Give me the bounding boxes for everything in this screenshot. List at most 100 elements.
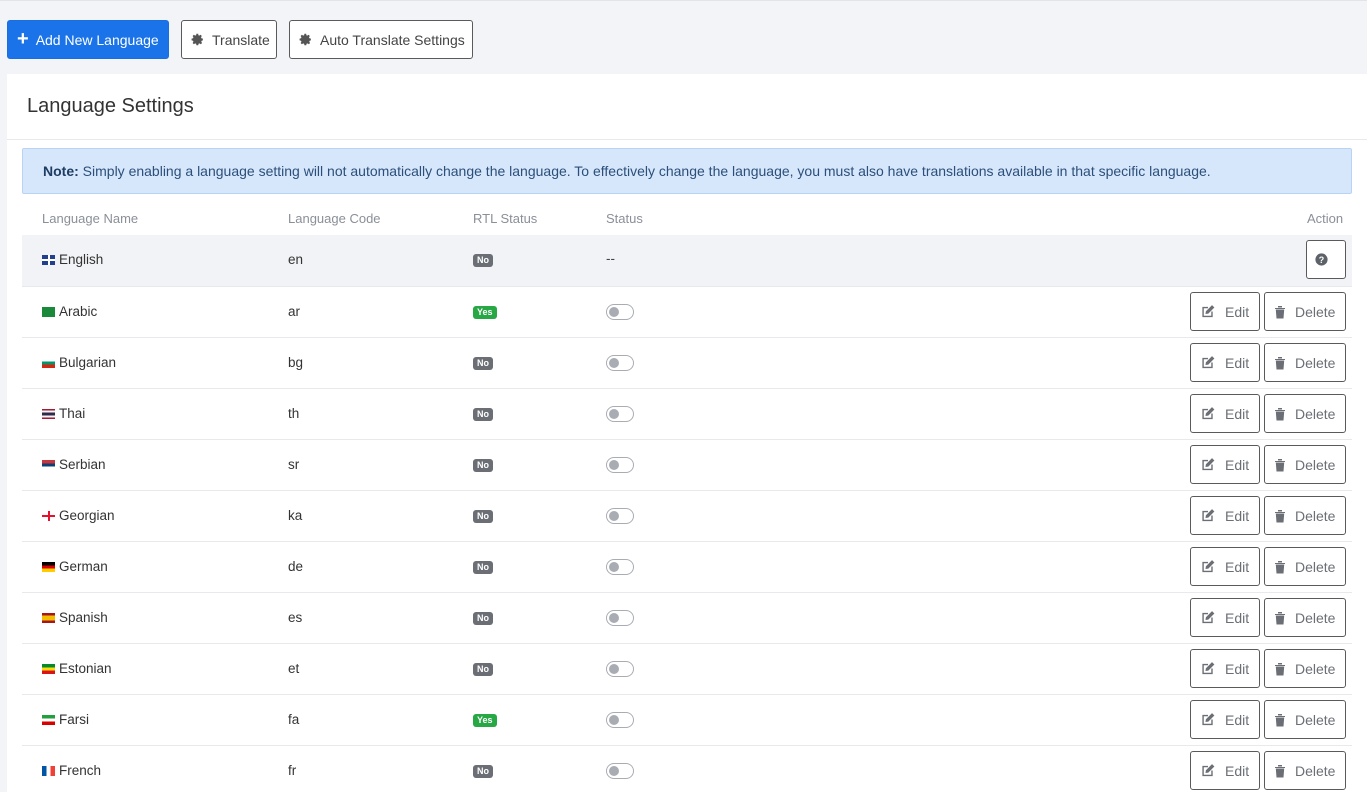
delete-label: Delete [1295, 303, 1336, 320]
edit-label: Edit [1225, 609, 1250, 626]
edit-icon [1202, 356, 1215, 369]
language-code: de [288, 559, 304, 574]
edit-button[interactable]: Edit [1190, 649, 1260, 688]
edit-button[interactable]: Edit [1190, 751, 1260, 790]
plus-icon: + [17, 27, 29, 50]
delete-button[interactable]: Delete [1264, 700, 1346, 739]
status-toggle[interactable] [606, 661, 634, 677]
delete-button[interactable]: Delete [1264, 649, 1346, 688]
language-code: fa [288, 712, 300, 727]
gear-icon [191, 33, 203, 46]
edit-button[interactable]: Edit [1190, 445, 1260, 484]
sa-flag-icon [42, 306, 55, 317]
table-row: French fr No Edit Delete [22, 745, 1352, 792]
delete-button[interactable]: Delete [1264, 292, 1346, 331]
delete-label: Delete [1295, 609, 1336, 626]
fr-flag-icon [42, 765, 55, 776]
edit-button[interactable]: Edit [1190, 700, 1260, 739]
delete-button[interactable]: Delete [1264, 394, 1346, 433]
language-name: French [59, 763, 102, 778]
edit-icon [1202, 305, 1215, 318]
rtl-status-badge: No [473, 459, 493, 472]
th-flag-icon [42, 408, 55, 419]
edit-icon [1202, 764, 1215, 777]
rtl-status-badge: No [473, 561, 493, 574]
translate-button[interactable]: Translate [181, 20, 277, 59]
language-code: fr [288, 763, 297, 778]
language-name-cell: Spanish [42, 610, 108, 625]
rtl-status-badge: No [473, 765, 493, 778]
language-name-cell: Thai [42, 406, 85, 421]
language-name-cell: German [42, 559, 108, 574]
language-name-cell: Estonian [42, 661, 112, 676]
page-title: Language Settings [27, 95, 194, 117]
table-row: English en No -- ? [22, 235, 1352, 286]
language-code: th [288, 406, 300, 421]
status-toggle[interactable] [606, 304, 634, 320]
auto-translate-settings-label: Auto Translate Settings [320, 31, 465, 48]
note-label: Note: [43, 163, 79, 179]
status-toggle[interactable] [606, 355, 634, 371]
gear-icon [299, 33, 311, 46]
status-toggle[interactable] [606, 712, 634, 728]
trash-icon [1275, 662, 1285, 675]
status-toggle[interactable] [606, 610, 634, 626]
add-new-language-label: Add New Language [35, 31, 159, 48]
status-toggle[interactable] [606, 559, 634, 575]
delete-button[interactable]: Delete [1264, 496, 1346, 535]
auto-translate-settings-button[interactable]: Auto Translate Settings [289, 20, 473, 59]
language-name-cell: French [42, 763, 101, 778]
edit-icon [1202, 458, 1215, 471]
edit-button[interactable]: Edit [1190, 496, 1260, 535]
edit-label: Edit [1225, 711, 1250, 728]
edit-label: Edit [1225, 354, 1250, 371]
status-toggle[interactable] [606, 508, 634, 524]
trash-icon [1275, 305, 1285, 318]
header-language-name: Language Name [42, 211, 139, 226]
delete-label: Delete [1295, 507, 1336, 524]
delete-button[interactable]: Delete [1264, 445, 1346, 484]
status-toggle[interactable] [606, 457, 634, 473]
header-action: Action [1307, 211, 1344, 226]
edit-button[interactable]: Edit [1190, 292, 1260, 331]
trash-icon [1275, 356, 1285, 369]
delete-button[interactable]: Delete [1264, 547, 1346, 586]
language-code: es [288, 610, 303, 625]
toolbar: + Add New Language Translate Auto Transl… [0, 0, 1367, 74]
edit-button[interactable]: Edit [1190, 547, 1260, 586]
delete-button[interactable]: Delete [1264, 343, 1346, 382]
header-language-code: Language Code [288, 211, 381, 226]
edit-icon [1202, 509, 1215, 522]
trash-icon [1275, 764, 1285, 777]
delete-label: Delete [1295, 762, 1336, 779]
delete-label: Delete [1295, 660, 1336, 677]
delete-label: Delete [1295, 405, 1336, 422]
edit-button[interactable]: Edit [1190, 394, 1260, 433]
edit-icon [1202, 407, 1215, 420]
help-button[interactable]: ? [1306, 240, 1346, 279]
edit-button[interactable]: Edit [1190, 343, 1260, 382]
status-toggle[interactable] [606, 406, 634, 422]
language-name: Arabic [59, 304, 98, 319]
et-flag-icon [42, 663, 55, 674]
ge-flag-icon [42, 510, 55, 521]
bg-flag-icon [42, 357, 55, 368]
language-code: en [288, 252, 304, 267]
add-new-language-button[interactable]: + Add New Language [7, 20, 169, 59]
trash-icon [1275, 407, 1285, 420]
edit-label: Edit [1225, 660, 1250, 677]
status-toggle[interactable] [606, 763, 634, 779]
delete-button[interactable]: Delete [1264, 598, 1346, 637]
language-name-cell: English [42, 252, 103, 267]
delete-button[interactable]: Delete [1264, 751, 1346, 790]
svg-text:?: ? [1319, 255, 1324, 265]
edit-icon [1202, 611, 1215, 624]
language-code: bg [288, 355, 304, 370]
table-row: Farsi fa Yes Edit Delete [22, 694, 1352, 745]
table-row: Georgian ka No Edit Delete [22, 490, 1352, 541]
header-status: Status [606, 211, 643, 226]
edit-button[interactable]: Edit [1190, 598, 1260, 637]
language-name: Estonian [59, 661, 112, 676]
table-row: Thai th No Edit Delete [22, 388, 1352, 439]
language-name: Farsi [59, 712, 89, 727]
